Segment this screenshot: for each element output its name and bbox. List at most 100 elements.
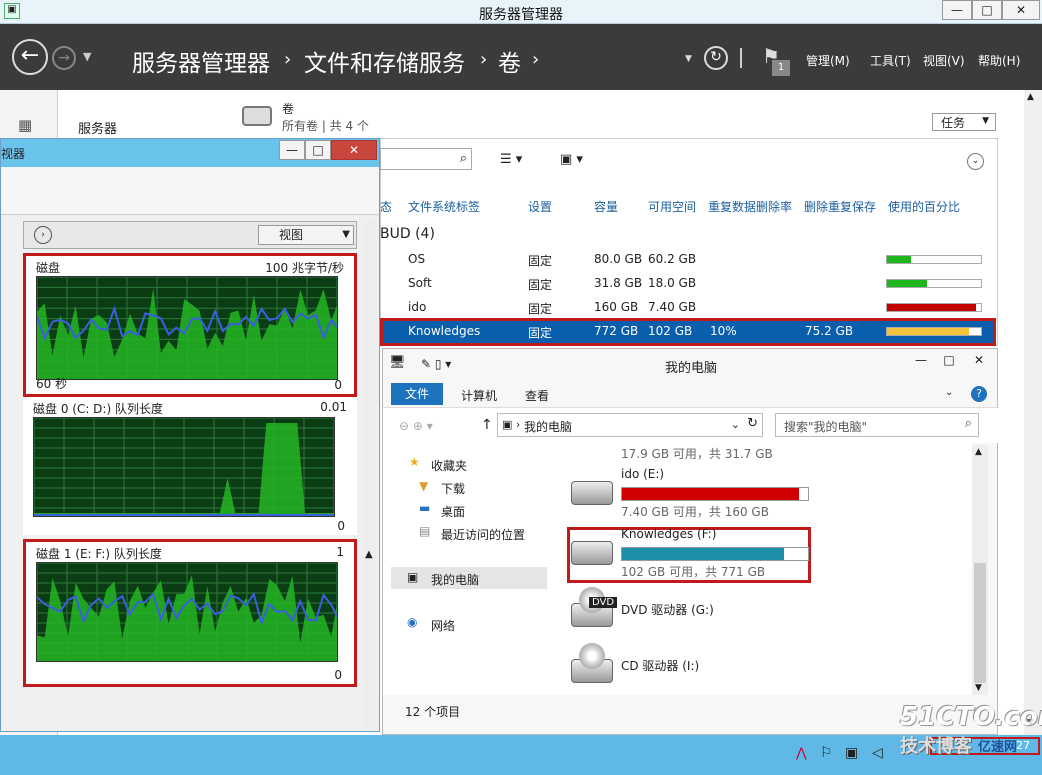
volume-setting: 固定 xyxy=(528,278,553,292)
nav-this-pc[interactable]: 我的电脑 xyxy=(431,571,479,588)
drive-usage-fill xyxy=(622,488,799,500)
nav-network[interactable]: 网络 xyxy=(431,617,455,634)
chevron-down-icon[interactable]: ▼ xyxy=(83,50,91,63)
nav-desktop[interactable]: 桌面 xyxy=(441,503,465,520)
col-label[interactable]: 文件系统标签 xyxy=(408,198,480,215)
explorer-window: 🖥 ✎ ▯ ▾ 我的电脑 — □ ✕ 文件 计算机 查看 ⌄ ? ⊖ ⊕ ▾ ↑… xyxy=(382,348,999,735)
perf-title-bar: 视器 — □ ✕ xyxy=(1,139,379,167)
search-input[interactable]: 搜索"我的电脑" ⌕ xyxy=(775,413,979,437)
list-options-icon[interactable]: ☰ ▾ xyxy=(500,152,522,167)
col-setting[interactable]: 设置 xyxy=(528,198,552,215)
title-bar: ▣ 服务器管理器 — □ ✕ xyxy=(0,0,1042,24)
explorer-close-button[interactable]: ✕ xyxy=(963,351,995,371)
drive-name[interactable]: CD 驱动器 (I:) xyxy=(621,657,699,674)
nav-recent[interactable]: 最近访问的位置 xyxy=(441,526,525,543)
group-header[interactable]: BUD (4) xyxy=(380,226,435,242)
menu-manage[interactable]: 管理(M) xyxy=(806,52,850,69)
forward-arrow-icon[interactable]: → xyxy=(52,46,76,70)
explorer-minimize-button[interactable]: — xyxy=(907,351,935,371)
col-dedup-saving[interactable]: 删除重复保存 xyxy=(804,198,876,215)
flag-icon[interactable]: ⚐ xyxy=(820,745,833,761)
breadcrumb-sep: › xyxy=(284,49,292,70)
computer-small-icon: ▣ › xyxy=(502,418,521,431)
tab-view[interactable]: 查看 xyxy=(525,387,549,404)
col-percent[interactable]: 使用的百分比 xyxy=(888,198,960,215)
dvd-badge: DVD xyxy=(589,597,618,608)
scroll-down-icon[interactable]: ▼ xyxy=(975,683,982,693)
network-icon[interactable]: ▣ xyxy=(845,745,858,761)
menu-view[interactable]: 视图(V) xyxy=(923,52,965,69)
breadcrumb-sep: › xyxy=(480,49,488,70)
filter-input[interactable]: ⌕ xyxy=(380,148,472,170)
explorer-maximize-button[interactable]: □ xyxy=(935,351,963,371)
sidebar-item-servers[interactable]: 服务器 xyxy=(78,118,117,137)
speaker-icon[interactable]: ◁ xyxy=(872,745,883,761)
scroll-thumb[interactable] xyxy=(974,563,986,683)
hard-drive-icon xyxy=(571,541,613,565)
refresh-icon[interactable]: ↻ xyxy=(704,46,728,70)
drive-name[interactable]: ido (E:) xyxy=(621,467,664,481)
volume-setting: 固定 xyxy=(528,254,553,268)
graph-min: 0 xyxy=(334,378,342,392)
address-bar[interactable]: ▣ › 我的电脑 ⌄ ↻ xyxy=(497,413,763,437)
menu-tools[interactable]: 工具(T) xyxy=(870,52,911,69)
nav-downloads[interactable]: 下载 xyxy=(441,480,465,497)
volume-setting: 固定 xyxy=(528,326,553,340)
minimize-button[interactable]: — xyxy=(942,0,972,20)
col-dedup-rate[interactable]: 重复数据删除率 xyxy=(708,198,792,215)
close-button[interactable]: ✕ xyxy=(1002,0,1040,20)
breadcrumb-server-manager[interactable]: 服务器管理器 xyxy=(132,44,270,78)
volume-label[interactable]: OS xyxy=(408,252,425,266)
expand-right-icon[interactable]: › xyxy=(34,226,52,244)
explorer-scrollbar[interactable]: ▲ ▼ xyxy=(972,445,988,695)
tab-computer[interactable]: 计算机 xyxy=(461,387,497,404)
back-arrow-icon[interactable]: ← xyxy=(12,39,48,75)
breadcrumb-file-storage[interactable]: 文件和存储服务 xyxy=(304,44,465,78)
scroll-up-icon[interactable]: ▲ xyxy=(365,549,375,569)
chevron-down-icon[interactable]: ⌄ xyxy=(945,387,953,398)
divider xyxy=(740,48,742,68)
scroll-up-icon[interactable]: ▲ xyxy=(975,447,982,457)
perf-close-button[interactable]: ✕ xyxy=(331,140,377,160)
tasks-button[interactable]: 任务 ▼ xyxy=(932,113,996,131)
volume-label[interactable]: Knowledges xyxy=(408,324,480,338)
up-arrow-icon[interactable]: ↑ xyxy=(481,417,493,433)
nav-arrows-icon[interactable]: ⊖ ⊕ ▾ xyxy=(399,419,433,433)
perf-title: 视器 xyxy=(1,147,26,161)
address-text: 我的电脑 xyxy=(524,420,573,434)
drive-name[interactable]: Knowledges (F:) xyxy=(621,527,716,541)
graph-label: 磁盘 0 (C: D:) 队列长度 xyxy=(33,402,163,416)
perf-maximize-button[interactable]: □ xyxy=(305,140,331,160)
volume-label[interactable]: ido xyxy=(408,300,426,314)
maximize-button[interactable]: □ xyxy=(972,0,1002,20)
main-scrollbar[interactable]: ▲ ▼ xyxy=(1024,90,1042,735)
breadcrumb-sep: › xyxy=(532,49,540,70)
perf-minimize-button[interactable]: — xyxy=(279,140,305,160)
volumes-subtitle: 所有卷 | 共 4 个 xyxy=(282,119,369,133)
col-free[interactable]: 可用空间 xyxy=(648,198,696,215)
chevron-down-icon: ▼ xyxy=(342,229,350,240)
up-chevron-icon[interactable]: ⋀ xyxy=(796,746,807,761)
help-icon[interactable]: ? xyxy=(971,386,987,402)
scroll-up-icon[interactable]: ▲ xyxy=(1027,92,1034,102)
breadcrumb-volumes[interactable]: 卷 xyxy=(498,44,521,78)
volume-setting: 固定 xyxy=(528,302,553,316)
nav-favorites[interactable]: 收藏夹 xyxy=(431,457,467,474)
nav-pane: ★ 收藏夹 ▼ 下载 ▬ 桌面 ▤ 最近访问的位置 ▣ 我的电脑 ◉ 网络 xyxy=(383,443,549,695)
col-status[interactable]: 态 xyxy=(380,198,392,215)
clock-text[interactable]: 27 xyxy=(1016,739,1030,752)
col-capacity[interactable]: 容量 xyxy=(594,198,618,215)
menu-help[interactable]: 帮助(H) xyxy=(978,52,1020,69)
view-dropdown[interactable]: 视图 ▼ xyxy=(258,225,354,245)
expand-icon[interactable]: ⌄ xyxy=(967,153,984,170)
volume-label[interactable]: Soft xyxy=(408,276,432,290)
graph-panel: 磁盘 1 (E: F:) 队列长度 1 0 xyxy=(23,539,357,687)
dropdown-icon[interactable]: ▼ xyxy=(685,54,692,64)
grid-icon[interactable]: ▦ xyxy=(18,116,32,134)
graph-label: 磁盘 xyxy=(36,261,61,275)
perf-scrollbar[interactable]: ▲ xyxy=(363,219,377,729)
tab-file[interactable]: 文件 xyxy=(391,383,443,405)
save-options-icon[interactable]: ▣ ▾ xyxy=(560,152,583,167)
drive-name[interactable]: DVD 驱动器 (G:) xyxy=(621,601,714,618)
graph-svg xyxy=(34,418,334,516)
